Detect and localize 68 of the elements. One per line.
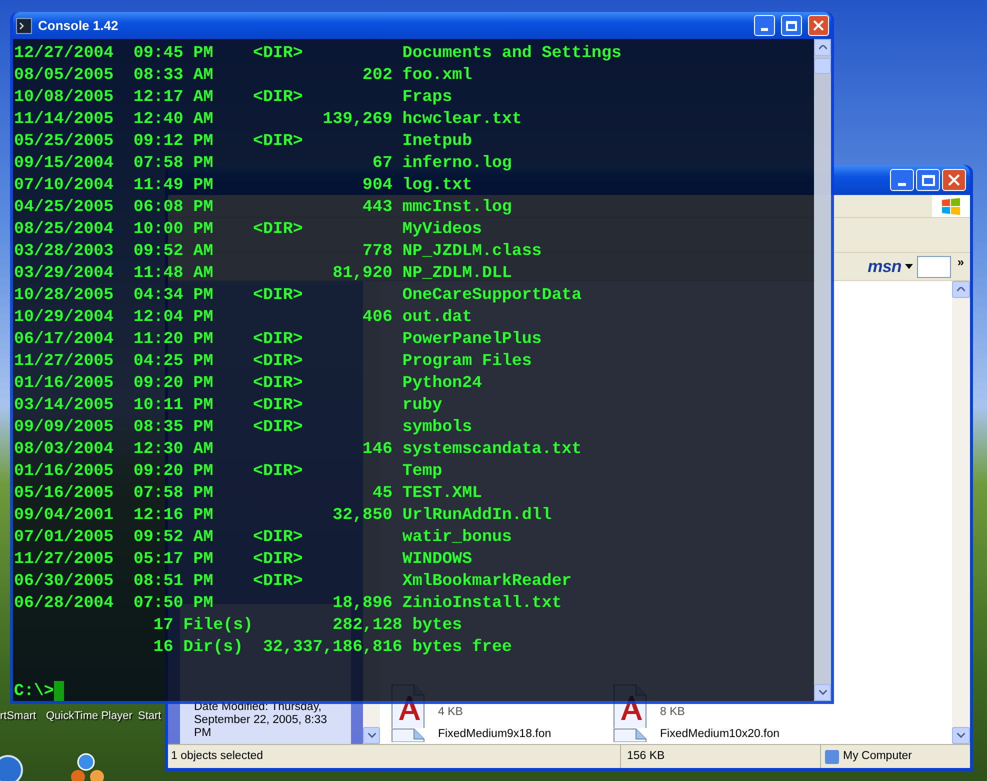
minimize-button[interactable]	[754, 15, 775, 36]
details-text: Date Modified: Thursday, September 22, 2005, 8:33 PM	[194, 701, 328, 740]
scroll-down-button[interactable]	[952, 727, 970, 744]
console-line: 09/15/2004 07:58 PM 67 inferno.log	[14, 152, 513, 174]
console-line: 03/28/2003 09:52 AM 778 NP_JZDLM.class	[14, 240, 543, 262]
computer-icon	[825, 750, 839, 764]
console-line: 01/16/2005 09:20 PM <DIR> Python24	[14, 372, 484, 394]
file-size: 4 KB	[438, 706, 463, 719]
console-line: 09/09/2005 08:35 PM <DIR> symbols	[14, 416, 474, 438]
console-line: 06/17/2004 11:20 PM <DIR> PowerPanelPlus	[14, 328, 543, 350]
dropdown-caret-icon[interactable]	[905, 264, 914, 269]
file-name[interactable]: FixedMedium10x20.fon	[660, 728, 780, 741]
toolbar-chevron[interactable]: »	[955, 253, 966, 271]
window-title: Console 1.42	[38, 16, 120, 35]
console-line: 06/28/2004 07:50 PM 18,896 ZinioInstall.txt	[14, 592, 563, 614]
console-line: 10/08/2005 12:17 AM <DIR> Fraps	[14, 86, 454, 108]
msn-logo: msn	[868, 258, 902, 275]
close-icon	[948, 174, 960, 186]
scroll-down-button[interactable]	[363, 727, 380, 744]
scroll-up-button[interactable]	[952, 281, 970, 298]
close-icon	[813, 20, 824, 31]
status-text: 156 KB	[627, 748, 665, 764]
file-size: 8 KB	[660, 706, 685, 719]
console-line: 01/16/2005 09:20 PM <DIR> Temp	[14, 460, 444, 482]
status-text: 1 objects selected	[171, 748, 264, 764]
command-prompt: C:\>	[14, 680, 54, 702]
scroll-up-button[interactable]	[814, 39, 831, 56]
caret-down-icon	[368, 733, 376, 738]
console-line: 08/03/2004 12:30 AM 146 systemscandata.txt	[14, 438, 583, 460]
console-line: 05/25/2005 09:12 PM <DIR> Inetpub	[14, 130, 474, 152]
console-line: 03/14/2005 10:11 PM <DIR> ruby	[14, 394, 444, 416]
console-line: 10/28/2005 04:34 PM <DIR> OneCareSupportData	[14, 284, 583, 306]
console-line: 16 Dir(s) 32,337,186,816 bytes free	[152, 636, 513, 658]
minimize-button[interactable]	[890, 169, 914, 191]
console-line: 04/25/2005 06:08 PM 443 mmcInst.log	[14, 196, 513, 218]
console-line: 12/27/2004 09:45 PM <DIR> Documents and Settings	[14, 42, 622, 64]
console-line: 06/30/2005 08:51 PM <DIR> XmlBookmarkReader	[14, 570, 573, 592]
caret-up-icon	[957, 287, 965, 292]
console-line: 11/27/2005 04:25 PM <DIR> Program Files	[14, 350, 533, 372]
desktop-icon-label[interactable]: Start	[138, 708, 162, 724]
console-line: 07/01/2005 09:52 AM <DIR> watir_bonus	[14, 526, 513, 548]
console-line: 07/10/2004 11:49 PM 904 log.txt	[14, 174, 474, 196]
console-line: 08/25/2004 10:00 PM <DIR> MyVideos	[14, 218, 484, 240]
text-cursor	[54, 681, 64, 701]
console-line: 08/05/2005 08:33 AM 202 foo.xml	[14, 64, 474, 86]
console-line: 17 File(s) 282,128 bytes	[152, 614, 464, 636]
file-name[interactable]: FixedMedium9x18.fon	[438, 728, 552, 741]
maximize-button[interactable]	[916, 169, 940, 191]
status-text: My Computer	[843, 748, 912, 764]
console-line: 11/14/2005 12:40 AM 139,269 hcwclear.txt	[14, 108, 523, 130]
caret-down-icon	[818, 690, 826, 695]
maximize-button[interactable]	[781, 15, 802, 36]
console-line: 10/29/2004 12:04 PM 406 out.dat	[14, 306, 474, 328]
console-line: 11/27/2005 05:17 PM <DIR> WINDOWS	[14, 548, 474, 570]
console-app-icon	[16, 18, 32, 34]
console-line: 09/04/2001 12:16 PM 32,850 UrlRunAddIn.dll	[14, 504, 553, 526]
scroll-down-button[interactable]	[814, 684, 831, 701]
scroll-thumb[interactable]	[814, 58, 831, 74]
caret-up-icon	[818, 45, 826, 50]
search-input[interactable]	[917, 256, 952, 278]
desktop-icon-label[interactable]: rtSmart	[0, 708, 36, 724]
close-button[interactable]	[942, 169, 966, 191]
desktop-icon-label[interactable]: QuickTime Player	[46, 708, 132, 724]
console-line: 05/16/2005 07:58 PM 45 TEST.XML	[14, 482, 484, 504]
caret-down-icon	[957, 733, 965, 738]
console-line: 03/29/2004 11:48 AM 81,920 NP_ZDLM.DLL	[14, 262, 513, 284]
windows-flag-icon	[932, 195, 970, 217]
close-button[interactable]	[808, 15, 829, 36]
